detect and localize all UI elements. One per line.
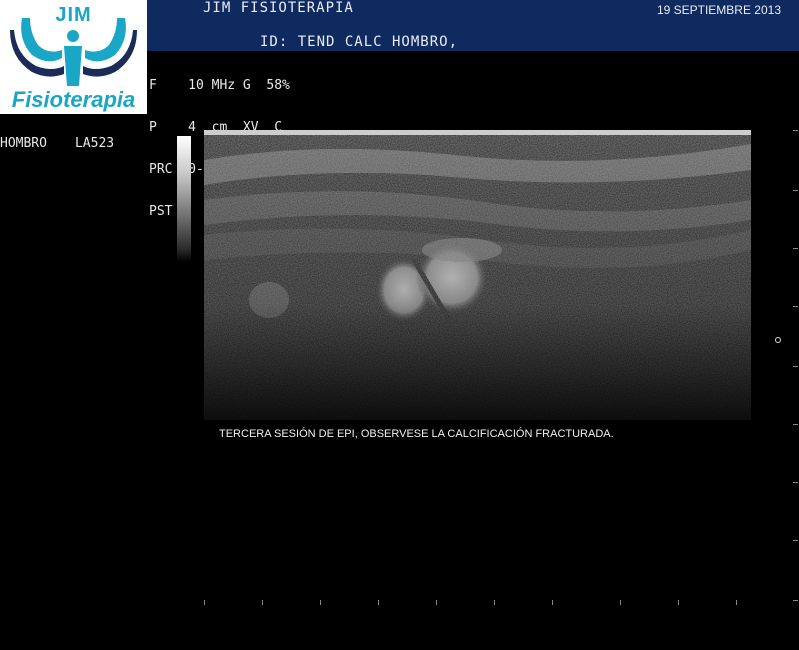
clinic-logo: JIM Fisioterapia xyxy=(0,0,147,114)
image-caption: TERCERA SESIÓN DE EPI, OBSERVESE LA CALC… xyxy=(219,428,614,440)
probe-model: LA523 xyxy=(74,136,115,151)
width-scale xyxy=(204,600,751,606)
logo-brand-bottom: Fisioterapia xyxy=(11,87,136,112)
patient-id: ID: TEND CALC HOMBRO, xyxy=(260,34,459,50)
ultrasound-image xyxy=(204,130,751,420)
exam-date: 19 SEPTIEMBRE 2013 xyxy=(656,3,781,17)
exam-region: HOMBRO xyxy=(0,136,47,151)
focus-marker-icon xyxy=(775,337,781,343)
depth-scale xyxy=(793,130,799,610)
exam-label: HOMBRO LA523 xyxy=(0,136,142,151)
param-line: F 10 MHz G 58% xyxy=(149,78,290,93)
grayscale-bar xyxy=(177,136,191,262)
clinic-name: JIM FISIOTERAPIA xyxy=(203,0,354,16)
